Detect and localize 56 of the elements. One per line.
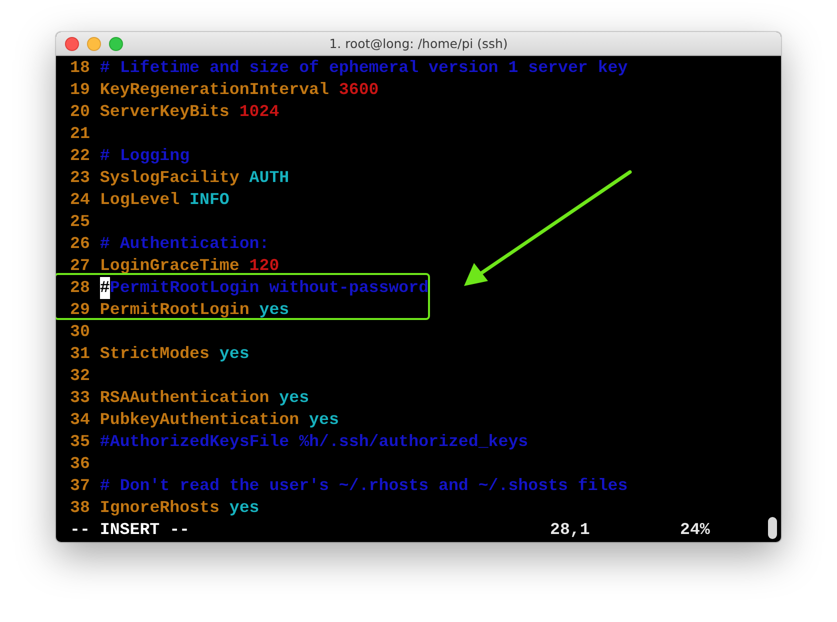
line-number: 33 <box>70 387 90 409</box>
line-number: 23 <box>70 167 90 189</box>
line-number: 22 <box>70 145 90 167</box>
scrollbar-thumb[interactable] <box>768 517 777 539</box>
option-value: AUTH <box>249 167 290 189</box>
option-value: yes <box>259 299 290 321</box>
mode-indicator: -- INSERT -- <box>70 519 190 541</box>
cursor-position: 28,1 <box>550 519 591 541</box>
line-number: 30 <box>70 321 90 343</box>
config-keyword: PermitRootLogin <box>100 299 250 321</box>
scroll-percent: 24% <box>680 519 710 541</box>
zoom-icon[interactable] <box>109 36 123 50</box>
code-comment: # Lifetime and size of ephemeral version 1 server key <box>100 57 628 79</box>
option-value: yes <box>229 497 260 519</box>
config-keyword: PubkeyAuthentication <box>100 409 300 431</box>
window-title: 1. root@long: /home/pi (ssh) <box>329 36 508 51</box>
line-number: 31 <box>70 343 90 365</box>
config-keyword: SyslogFacility <box>100 167 240 189</box>
line-number: 26 <box>70 233 90 255</box>
number-value: 1024 <box>239 101 280 123</box>
line-number: 20 <box>70 101 90 123</box>
line-number: 19 <box>70 79 90 101</box>
line-number: 27 <box>70 255 90 277</box>
config-keyword: KeyRegenerationInterval <box>100 79 330 101</box>
number-value: 120 <box>249 255 280 277</box>
line-number: 36 <box>70 453 90 475</box>
line-number: 35 <box>70 431 90 453</box>
line-number: 34 <box>70 409 90 431</box>
config-keyword: LogLevel <box>100 189 181 211</box>
config-keyword: StrictModes <box>100 343 210 365</box>
close-icon[interactable] <box>65 36 79 50</box>
line-number: 25 <box>70 211 90 233</box>
code-comment: # Authentication: <box>100 233 270 255</box>
line-number: 32 <box>70 365 90 387</box>
code-comment: PermitRootLogin without-password <box>110 277 429 299</box>
option-value: yes <box>309 409 339 431</box>
line-number: 28 <box>70 277 90 299</box>
code-comment: # Logging <box>100 145 190 167</box>
line-number: 18 <box>70 57 90 79</box>
option-value: yes <box>219 343 250 365</box>
number-value: 3600 <box>338 79 379 101</box>
config-keyword: LoginGraceTime <box>100 255 240 277</box>
option-value: yes <box>279 387 310 409</box>
line-number: 24 <box>70 189 90 211</box>
line-number: 37 <box>70 475 90 497</box>
line-number: 21 <box>70 123 90 145</box>
line-number: 38 <box>70 497 90 519</box>
config-keyword: ServerKeyBits <box>100 101 230 123</box>
option-value: INFO <box>190 189 230 211</box>
minimize-icon[interactable] <box>87 36 101 50</box>
config-keyword: RSAAuthentication <box>100 387 270 409</box>
code-comment: # Don't read the user's ~/.rhosts and ~/.shosts files <box>100 475 628 497</box>
line-number: 29 <box>70 299 90 321</box>
text-cursor: # <box>100 277 110 299</box>
code-comment: #AuthorizedKeysFile %h/.ssh/authorized_keys <box>100 431 528 453</box>
config-keyword: IgnoreRhosts <box>100 497 220 519</box>
